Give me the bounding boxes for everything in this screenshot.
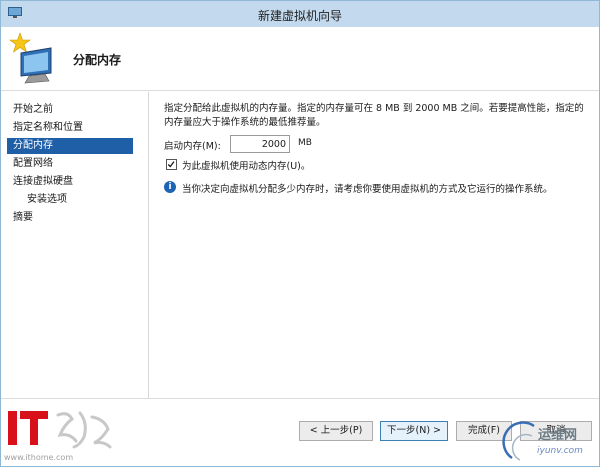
wizard-steps-nav: 开始之前 指定名称和位置 分配内存 配置网络 连接虚拟硬盘 安装选项 摘要 xyxy=(1,92,149,398)
nav-item-name-location[interactable]: 指定名称和位置 xyxy=(9,120,135,136)
dynamic-memory-checkbox[interactable] xyxy=(166,159,177,170)
dynamic-memory-label[interactable]: 为此虚拟机使用动态内存(U)。 xyxy=(182,158,310,172)
window-title: 新建虚拟机向导 xyxy=(257,9,342,23)
wizard-header: 分配内存 xyxy=(1,27,599,91)
title-bar[interactable]: 新建虚拟机向导 xyxy=(1,1,599,27)
nav-item-summary[interactable]: 摘要 xyxy=(9,210,135,226)
page-title: 分配内存 xyxy=(73,53,122,67)
nav-item-before-you-begin[interactable]: 开始之前 xyxy=(9,102,135,118)
new-vm-wizard-icon xyxy=(9,32,52,84)
memory-description: 指定分配给此虚拟机的内存量。指定的内存量可在 8 MB 到 2000 MB 之间… xyxy=(164,103,584,128)
wizard-content: 指定分配给此虚拟机的内存量。指定的内存量可在 8 MB 到 2000 MB 之间… xyxy=(150,92,599,398)
next-button[interactable]: 下一步(N) > xyxy=(380,421,448,441)
startup-memory-input[interactable] xyxy=(230,135,290,153)
nav-item-connect-vhd[interactable]: 连接虚拟硬盘 xyxy=(9,174,135,190)
memory-info-text: 当你决定向虚拟机分配多少内存时，请考虑你要使用虚拟机的方式及它运行的操作系统。 xyxy=(182,184,553,195)
checkmark-icon xyxy=(167,161,175,168)
ithome-watermark-logo xyxy=(8,411,112,449)
ithome-watermark-url: www.ithome.com xyxy=(4,453,74,462)
iyunv-watermark-url: iyunv.com xyxy=(537,446,583,456)
wizard-window: 新建虚拟机向导 分配内存 开始之前 指定名称和位置 分配内存 配置网络 连接虚拟… xyxy=(0,0,600,467)
startup-memory-label: 启动内存(M): xyxy=(164,141,221,152)
nav-item-configure-network[interactable]: 配置网络 xyxy=(9,156,135,172)
memory-unit-label: MB xyxy=(298,138,312,148)
iyunv-watermark-title: 运维网 xyxy=(538,428,578,443)
nav-item-install-options[interactable]: 安装选项 xyxy=(23,192,135,208)
nav-item-assign-memory[interactable]: 分配内存 xyxy=(7,138,133,154)
previous-button[interactable]: < 上一步(P) xyxy=(299,421,373,441)
info-icon: i xyxy=(164,181,176,193)
